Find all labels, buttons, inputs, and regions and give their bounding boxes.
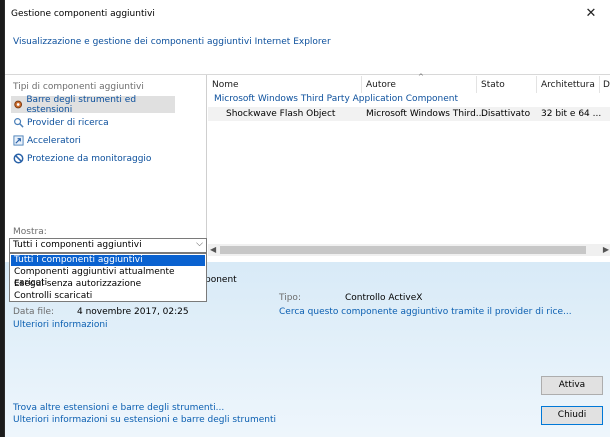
blocked-icon — [13, 153, 24, 164]
addons-window: Gestione componenti aggiuntivi ✕ Visuali… — [4, 0, 610, 437]
show-dropdown-list: Tutti i componenti aggiuntivi Componenti… — [9, 253, 207, 302]
table-group-header: Microsoft Windows Third Party Applicatio… — [214, 94, 459, 104]
column-separator[interactable] — [536, 76, 537, 93]
column-header-author[interactable]: Autore — [366, 80, 396, 90]
sidebar-item-search-providers[interactable]: Provider di ricerca — [11, 114, 109, 131]
chevron-down-icon: ⌵ — [196, 239, 203, 249]
cell-architecture: 32 bit e 64 ... — [541, 109, 602, 119]
sidebar-item-toolbars[interactable]: Barre degli strumenti ed estensioni — [11, 94, 175, 115]
search-addon-link[interactable]: Cerca questo componente aggiuntivo trami… — [279, 307, 572, 317]
more-info-link[interactable]: Ulteriori informazioni — [13, 320, 108, 330]
column-separator[interactable] — [476, 76, 477, 93]
gear-icon — [14, 100, 23, 109]
window-title: Gestione componenti aggiuntivi — [11, 9, 155, 19]
cell-author: Microsoft Windows Third... — [366, 109, 485, 119]
cell-name: Shockwave Flash Object — [226, 109, 336, 119]
close-button[interactable]: Chiudi — [541, 406, 603, 425]
table-row[interactable]: Shockwave Flash Object Microsoft Windows… — [208, 107, 610, 121]
sidebar-item-accelerators[interactable]: Acceleratori — [11, 132, 81, 149]
dropdown-option-run-without-permission[interactable]: Esegui senza autorizzazione — [11, 279, 205, 290]
title-bar: Gestione componenti aggiuntivi ✕ — [5, 0, 610, 28]
column-separator[interactable] — [361, 76, 362, 93]
addons-table: Nome Autore ^ Stato Architettura D Micro… — [208, 73, 610, 262]
sort-ascending-icon: ^ — [418, 73, 424, 81]
show-select[interactable]: Tutti i componenti aggiuntivi ⌵ — [9, 238, 207, 253]
scroll-left-icon[interactable]: ◀ — [210, 245, 216, 254]
column-header-d[interactable]: D — [603, 80, 610, 90]
sidebar-item-label: Provider di ricerca — [27, 117, 109, 128]
header-description: Visualizzazione e gestione dei component… — [13, 37, 331, 47]
column-header-architecture[interactable]: Architettura — [541, 80, 595, 90]
sidebar-item-tracking-protection[interactable]: Protezione da monitoraggio — [11, 150, 151, 167]
dropdown-option-downloaded-controls[interactable]: Controlli scaricati — [11, 291, 205, 302]
sidebar-item-label: Acceleratori — [27, 135, 81, 146]
addon-types-label: Tipi di componenti aggiuntivi — [13, 82, 144, 92]
find-more-extensions-link[interactable]: Trova altre estensioni e barre degli str… — [13, 403, 224, 413]
dropdown-option-all[interactable]: Tutti i componenti aggiuntivi — [11, 255, 205, 266]
type-label: Tipo: — [279, 293, 301, 303]
show-select-value: Tutti i componenti aggiuntivi — [13, 240, 142, 250]
date-label: Data file: — [13, 307, 55, 317]
learn-more-extensions-link[interactable]: Ulteriori informazioni su estensioni e b… — [13, 415, 276, 425]
activate-button[interactable]: Attiva — [541, 376, 603, 395]
column-header-status[interactable]: Stato — [481, 80, 505, 90]
show-label: Mostra: — [13, 227, 47, 237]
sidebar-item-label: Barre degli strumenti ed estensioni — [26, 94, 137, 115]
close-icon[interactable]: ✕ — [583, 6, 599, 22]
horizontal-scrollbar[interactable]: ◀ ▶ — [208, 244, 610, 256]
column-header-name[interactable]: Nome — [212, 80, 239, 90]
details-title: ponent — [205, 275, 237, 285]
scrollbar-thumb[interactable] — [220, 246, 586, 254]
dropdown-option-loaded[interactable]: Componenti aggiuntivi attualmente carica… — [11, 267, 205, 288]
type-value: Controllo ActiveX — [345, 293, 423, 303]
search-icon — [14, 118, 24, 128]
cell-status: Disattivato — [481, 109, 531, 119]
sidebar-item-label: Protezione da monitoraggio — [27, 153, 152, 164]
column-separator[interactable] — [599, 76, 600, 93]
scroll-right-icon[interactable]: ▶ — [603, 245, 609, 254]
accelerator-icon — [13, 135, 24, 146]
date-value: 4 novembre 2017, 02:25 — [77, 307, 189, 317]
